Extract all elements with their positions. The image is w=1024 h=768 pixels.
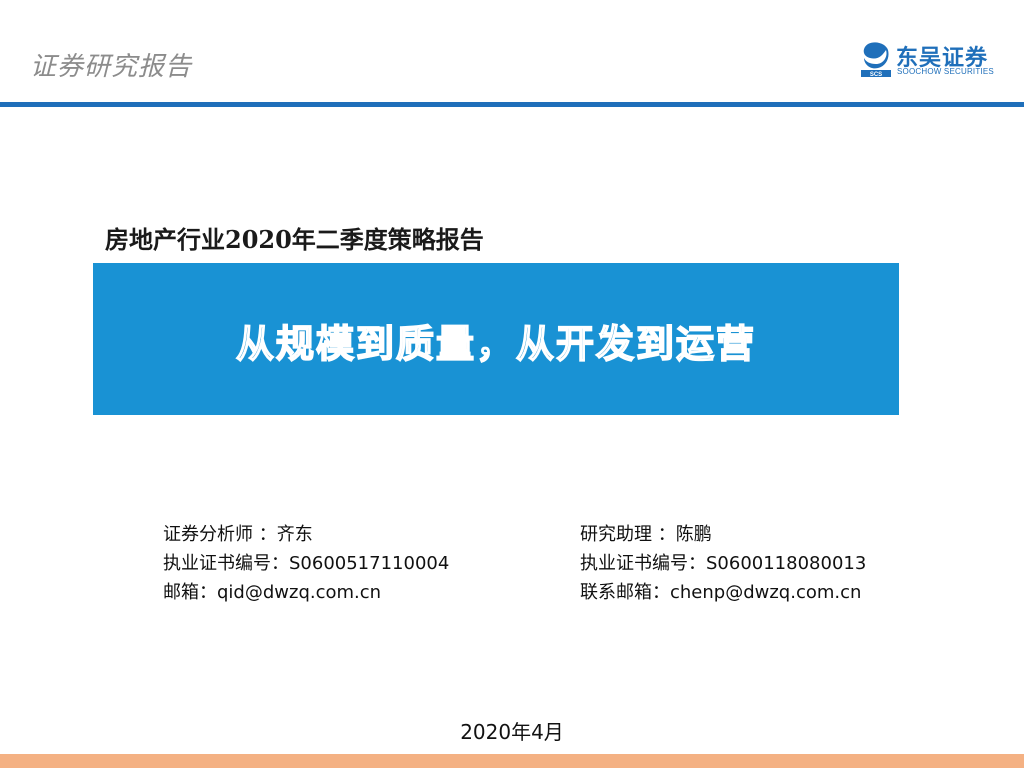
assistant-license: 执业证书编号：S0600118080013	[580, 553, 867, 574]
company-name-en: SOOCHOW SECURITIES	[897, 67, 994, 76]
soochow-securities-logo-icon: SCS	[861, 42, 891, 78]
analyst-name: 证券分析师 ：齐东	[163, 524, 313, 545]
report-title: 从规模到质量，从开发到运营	[235, 321, 756, 367]
assistant-name: 研究助理 ：陈鹏	[580, 524, 712, 545]
report-subtitle: 房地产行业2020年二季度策略报告	[105, 225, 484, 254]
assistant-info: 研究助理 ：陈鹏 执业证书编号：S0600118080013 联系邮箱：chen…	[580, 520, 866, 607]
analyst-info: 证券分析师 ：齐东 执业证书编号：S0600517110004 邮箱：qid@d…	[163, 520, 449, 607]
analyst-license: 执业证书编号：S0600517110004	[163, 553, 450, 574]
report-cover: 证券研究报告 SCS 东吴证券 SOOCHOW SECURITIES 房地产行业…	[0, 0, 1024, 768]
svg-text:SCS: SCS	[870, 72, 882, 78]
analyst-email: 邮箱：qid@dwzq.com.cn	[163, 582, 382, 603]
header-divider	[0, 102, 1024, 107]
company-logo: SCS 东吴证券 SOOCHOW SECURITIES	[860, 42, 1002, 80]
report-date: 2020年4月	[460, 720, 564, 744]
title-banner: 从规模到质量，从开发到运营	[93, 263, 899, 415]
assistant-email: 联系邮箱：chenp@dwzq.com.cn	[580, 582, 862, 603]
footer-bar	[0, 754, 1024, 768]
report-type-label: 证券研究报告	[30, 52, 193, 82]
